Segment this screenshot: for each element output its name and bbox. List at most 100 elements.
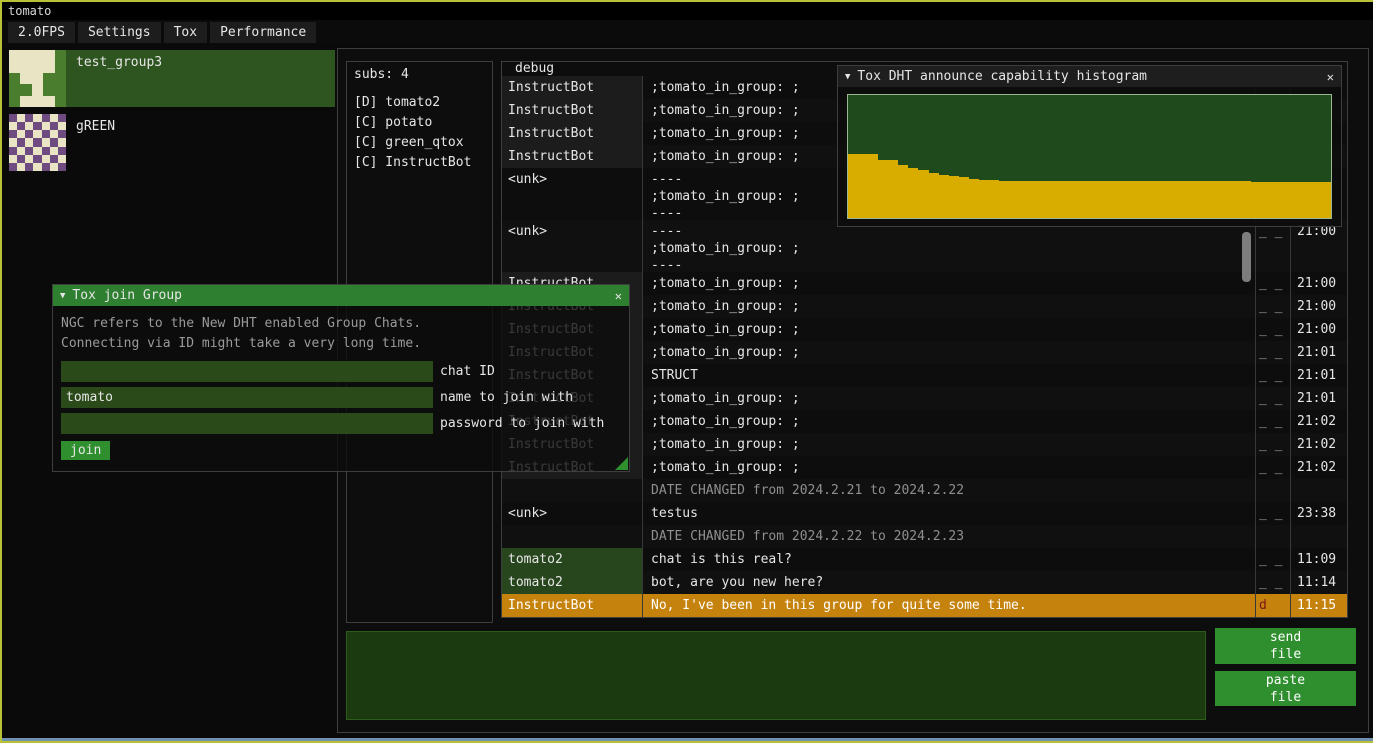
- avatar-pixel: [58, 114, 66, 122]
- group-item-test_group3[interactable]: test_group3: [9, 50, 335, 107]
- avatar-pixel: [50, 130, 58, 138]
- avatar-pixel: [42, 130, 50, 138]
- avatar-pixel: [9, 155, 17, 163]
- avatar-pixel: [32, 73, 43, 84]
- join-button[interactable]: join: [61, 441, 110, 460]
- chat-row-flags: d: [1256, 594, 1291, 617]
- chat-row: <unk>testus_ _23:38: [502, 502, 1347, 525]
- histogram-bar: [1281, 182, 1291, 218]
- chat-row-name: <unk>: [502, 168, 642, 220]
- avatar-pixel: [17, 130, 25, 138]
- chat-row-flags: _ _: [1256, 548, 1291, 571]
- chat-row-name: InstructBot: [502, 76, 642, 99]
- close-icon[interactable]: ✕: [615, 289, 622, 303]
- menu-item-tox[interactable]: Tox: [164, 22, 207, 43]
- histogram-bar: [868, 154, 878, 218]
- avatar-pixel: [33, 155, 41, 163]
- histogram-bar: [918, 170, 928, 218]
- avatar-pixel: [43, 61, 54, 72]
- chat-row-flags: _ _: [1256, 272, 1291, 295]
- histogram-bar: [1190, 181, 1200, 218]
- avatar-pixel: [25, 155, 33, 163]
- group-name: gREEN: [76, 114, 115, 171]
- chat-row-time: 11:15: [1291, 594, 1347, 617]
- histogram-bar: [1059, 181, 1069, 218]
- avatar-pixel: [33, 147, 41, 155]
- subs-list-item[interactable]: [D] tomato2: [354, 93, 485, 113]
- avatar-pixel: [9, 84, 20, 95]
- menu-item-performance[interactable]: Performance: [210, 22, 316, 43]
- histogram-bar: [929, 173, 939, 219]
- window-titlebar[interactable]: tomato: [2, 2, 1373, 20]
- avatar-pixel: [25, 130, 33, 138]
- chat-row-time: 23:38: [1291, 502, 1347, 525]
- avatar-pixel: [20, 61, 31, 72]
- subs-header: subs: 4: [354, 67, 485, 82]
- menu-item-settings[interactable]: Settings: [78, 22, 161, 43]
- chat-row-time: 21:00: [1291, 272, 1347, 295]
- chat-row: DATE CHANGED from 2024.2.21 to 2024.2.22: [502, 479, 1347, 502]
- histogram-bar: [989, 180, 999, 218]
- chat-row-message: ;tomato_in_group: ;: [642, 341, 1256, 364]
- message-input[interactable]: [346, 631, 1206, 720]
- chat-row-flags: _ _: [1256, 295, 1291, 318]
- avatar-pixel: [9, 130, 17, 138]
- avatar-pixel: [25, 163, 33, 171]
- subs-list-item[interactable]: [C] potato: [354, 113, 485, 133]
- histogram-bar: [1220, 181, 1230, 218]
- chat-row-flags: _ _: [1256, 341, 1291, 364]
- avatar-pixel: [50, 163, 58, 171]
- subs-list-item[interactable]: [C] InstructBot: [354, 153, 485, 173]
- histogram-plot: [847, 94, 1332, 219]
- avatar-pixel: [50, 114, 58, 122]
- avatar-pixel: [9, 61, 20, 72]
- chat-row-flags: _ _: [1256, 433, 1291, 456]
- resize-grip[interactable]: [615, 457, 628, 470]
- message-line: No, I've been in this group for quite so…: [651, 597, 1249, 614]
- histogram-bar: [848, 154, 858, 218]
- avatar-pixel: [43, 96, 54, 107]
- join-field-label: chat ID: [440, 364, 495, 379]
- group-avatar: [9, 50, 66, 107]
- histogram-bar: [1321, 182, 1331, 218]
- join-input-0[interactable]: [61, 361, 433, 382]
- chat-row-name: [502, 525, 642, 548]
- avatar-pixel: [58, 163, 66, 171]
- join-field-label: password to join with: [440, 416, 604, 431]
- join-group-window-title: Tox join Group: [72, 288, 182, 303]
- avatar-pixel: [42, 114, 50, 122]
- join-group-window-titlebar[interactable]: ▼ Tox join Group ✕: [53, 285, 629, 306]
- chat-scrollbar[interactable]: [1242, 232, 1251, 282]
- message-line: ;tomato_in_group: ;: [651, 344, 1249, 361]
- avatar-pixel: [58, 147, 66, 155]
- join-input-1[interactable]: tomato: [61, 387, 433, 408]
- group-item-gREEN[interactable]: gREEN: [9, 114, 335, 171]
- menu-item-2-0fps[interactable]: 2.0FPS: [8, 22, 75, 43]
- collapse-arrow-icon[interactable]: ▼: [60, 291, 65, 301]
- chat-row-message: DATE CHANGED from 2024.2.22 to 2024.2.23: [642, 525, 1256, 548]
- histogram-window-titlebar[interactable]: ▼ Tox DHT announce capability histogram …: [838, 66, 1341, 87]
- chat-row-time: 21:02: [1291, 433, 1347, 456]
- chat-row-time: 11:14: [1291, 571, 1347, 594]
- collapse-arrow-icon[interactable]: ▼: [845, 72, 850, 82]
- message-line: STRUCT: [651, 367, 1249, 384]
- chat-row-name: InstructBot: [502, 99, 642, 122]
- avatar-pixel: [55, 61, 66, 72]
- menu-bar: 2.0FPSSettingsToxPerformance: [2, 20, 1373, 44]
- avatar-pixel: [32, 96, 43, 107]
- histogram-bar: [888, 160, 898, 218]
- chat-row-name: InstructBot: [502, 594, 642, 617]
- join-field-label: name to join with: [440, 390, 573, 405]
- chat-row-time: 21:01: [1291, 387, 1347, 410]
- close-icon[interactable]: ✕: [1327, 70, 1334, 84]
- avatar-pixel: [25, 138, 33, 146]
- send-file-button[interactable]: send file: [1215, 628, 1356, 664]
- join-input-2[interactable]: [61, 413, 433, 434]
- histogram-bar: [979, 180, 989, 218]
- avatar-pixel: [17, 147, 25, 155]
- subs-list-item[interactable]: [C] green_qtox: [354, 133, 485, 153]
- chat-row-message: ;tomato_in_group: ;: [642, 295, 1256, 318]
- chat-row-flags: [1256, 525, 1291, 548]
- paste-file-button[interactable]: paste file: [1215, 671, 1356, 706]
- avatar-pixel: [58, 122, 66, 130]
